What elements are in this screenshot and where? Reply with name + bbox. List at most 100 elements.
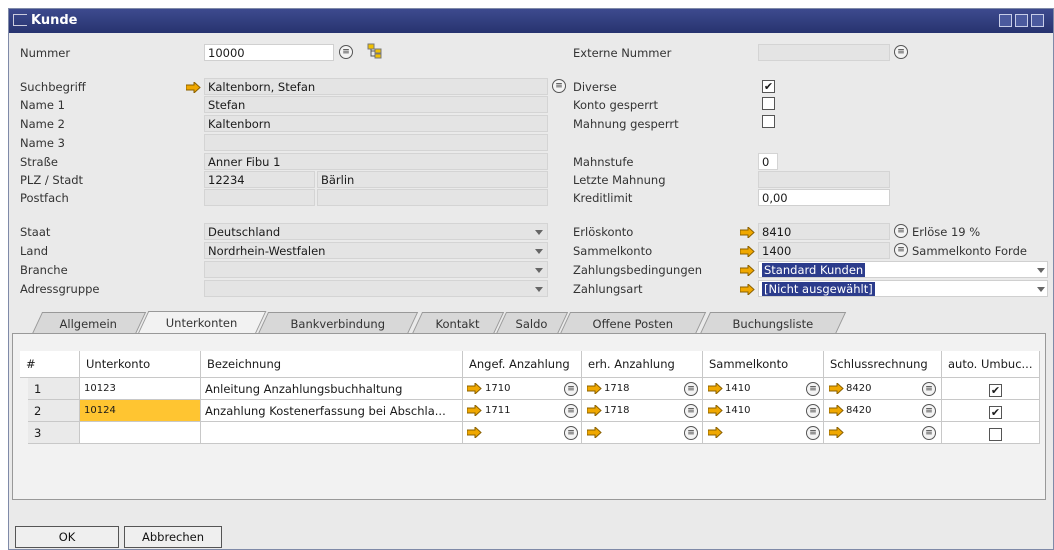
- sammel-link-button[interactable]: ≡: [806, 426, 820, 440]
- nummer-link-button[interactable]: ≡: [339, 45, 353, 59]
- column-header[interactable]: erh. Anzahlung: [582, 351, 703, 378]
- link-arrow-icon[interactable]: [587, 427, 602, 438]
- kreditlimit-field[interactable]: 0,00: [758, 189, 890, 206]
- zahlungsbed-label: Zahlungsbedingungen: [573, 263, 702, 277]
- branche-select[interactable]: [204, 261, 548, 278]
- sammel-link-button[interactable]: ≡: [806, 382, 820, 396]
- externe-link-button[interactable]: ≡: [894, 45, 908, 59]
- name2-label: Name 2: [20, 117, 65, 131]
- diverse-checkbox[interactable]: ✔: [762, 80, 775, 93]
- link-arrow-icon[interactable]: [587, 383, 602, 394]
- staat-select[interactable]: Deutschland: [204, 223, 548, 240]
- letzte-mahnung-field[interactable]: [758, 171, 890, 188]
- tab-unterkonten[interactable]: Unterkonten: [137, 311, 267, 334]
- name3-field[interactable]: [204, 134, 548, 151]
- link-arrow-icon[interactable]: [587, 405, 602, 416]
- unterkonto-cell[interactable]: 10124: [80, 400, 201, 422]
- tab-offene-posten[interactable]: Offene Posten: [559, 312, 707, 334]
- postfach-extra-field[interactable]: [317, 189, 548, 206]
- erloeskonto-link-button[interactable]: ≡: [894, 224, 908, 238]
- tab-saldo[interactable]: Saldo: [495, 312, 569, 334]
- column-header[interactable]: Bezeichnung: [201, 351, 463, 378]
- link-arrow-icon[interactable]: [740, 284, 755, 295]
- link-arrow-icon[interactable]: [186, 82, 201, 93]
- stadt-field[interactable]: Bärlin: [317, 171, 548, 188]
- sammelkonto-field[interactable]: 1400: [758, 242, 890, 259]
- schluss-link-button[interactable]: ≡: [922, 426, 936, 440]
- strasse-field[interactable]: Anner Fibu 1: [204, 153, 548, 170]
- schluss-link-button[interactable]: ≡: [922, 404, 936, 418]
- row-number[interactable]: 1: [28, 378, 80, 400]
- name1-field[interactable]: Stefan: [204, 96, 548, 113]
- chevron-down-icon[interactable]: [535, 249, 543, 254]
- column-header[interactable]: Angef. Anzahlung: [463, 351, 582, 378]
- suchbegriff-field[interactable]: Kaltenborn, Stefan: [204, 78, 548, 95]
- chevron-down-icon[interactable]: [1037, 268, 1045, 273]
- chevron-down-icon[interactable]: [535, 268, 543, 273]
- unterkonto-cell[interactable]: [80, 422, 201, 444]
- cancel-button[interactable]: Abbrechen: [124, 526, 222, 548]
- name2-field[interactable]: Kaltenborn: [204, 115, 548, 132]
- erh-link-button[interactable]: ≡: [684, 426, 698, 440]
- chevron-down-icon[interactable]: [1037, 287, 1045, 292]
- tab-kontakt[interactable]: Kontakt: [411, 312, 505, 334]
- nummer-field[interactable]: 10000: [204, 44, 334, 61]
- postfach-field[interactable]: [204, 189, 315, 206]
- close-icon[interactable]: [1031, 14, 1044, 27]
- bezeichnung-cell[interactable]: Anzahlung Kostenerfassung bei Abschla...: [201, 400, 463, 422]
- maximize-icon[interactable]: [1015, 14, 1028, 27]
- link-arrow-icon[interactable]: [740, 246, 755, 257]
- erloeskonto-field[interactable]: 8410: [758, 223, 890, 240]
- minimize-icon[interactable]: [999, 14, 1012, 27]
- link-arrow-icon[interactable]: [740, 265, 755, 276]
- column-header[interactable]: Schlussrechnung: [824, 351, 942, 378]
- auto-umbuchung-checkbox[interactable]: ✔: [989, 384, 1002, 397]
- link-arrow-icon[interactable]: [467, 427, 482, 438]
- column-header[interactable]: Sammelkonto: [703, 351, 824, 378]
- erh-link-button[interactable]: ≡: [684, 404, 698, 418]
- schluss-link-button[interactable]: ≡: [922, 382, 936, 396]
- angef-link-button[interactable]: ≡: [564, 382, 578, 396]
- land-select[interactable]: Nordrhein-Westfalen: [204, 242, 548, 259]
- tab-allgemein[interactable]: Allgemein: [31, 312, 147, 334]
- tab-bankverbindung[interactable]: Bankverbindung: [257, 312, 419, 334]
- link-arrow-icon[interactable]: [467, 383, 482, 394]
- link-arrow-icon[interactable]: [708, 427, 723, 438]
- row-number[interactable]: 3: [28, 422, 80, 444]
- chevron-down-icon[interactable]: [535, 230, 543, 235]
- column-header[interactable]: #: [20, 351, 80, 378]
- link-arrow-icon[interactable]: [708, 405, 723, 416]
- zahlungsbed-select[interactable]: Standard Kunden: [758, 261, 1048, 278]
- zahlungsart-select[interactable]: [Nicht ausgewählt]: [758, 280, 1048, 297]
- erh-link-button[interactable]: ≡: [684, 382, 698, 396]
- angef-link-button[interactable]: ≡: [564, 404, 578, 418]
- hierarchy-icon[interactable]: [367, 43, 383, 59]
- link-arrow-icon[interactable]: [467, 405, 482, 416]
- tab-buchungsliste[interactable]: Buchungsliste: [699, 312, 847, 334]
- link-arrow-icon[interactable]: [829, 383, 844, 394]
- column-header[interactable]: auto. Umbuc...: [942, 351, 1040, 378]
- angef-link-button[interactable]: ≡: [564, 426, 578, 440]
- bezeichnung-cell[interactable]: Anleitung Anzahlungsbuchhaltung: [201, 378, 463, 400]
- sammelkonto-link-button[interactable]: ≡: [894, 243, 908, 257]
- bezeichnung-cell[interactable]: [201, 422, 463, 444]
- link-arrow-icon[interactable]: [829, 405, 844, 416]
- auto-umbuchung-checkbox[interactable]: [989, 428, 1002, 441]
- konto-gesperrt-checkbox[interactable]: [762, 97, 775, 110]
- mahnstufe-field[interactable]: 0: [758, 153, 778, 170]
- adressgruppe-select[interactable]: [204, 280, 548, 297]
- externe-field[interactable]: [758, 44, 890, 61]
- suchbegriff-link-button[interactable]: ≡: [552, 79, 566, 93]
- row-number[interactable]: 2: [28, 400, 80, 422]
- plz-field[interactable]: 12234: [204, 171, 315, 188]
- mahnung-gesperrt-checkbox[interactable]: [762, 115, 775, 128]
- sammel-link-button[interactable]: ≡: [806, 404, 820, 418]
- link-arrow-icon[interactable]: [740, 227, 755, 238]
- link-arrow-icon[interactable]: [829, 427, 844, 438]
- column-header[interactable]: Unterkonto: [80, 351, 201, 378]
- chevron-down-icon[interactable]: [535, 287, 543, 292]
- auto-umbuchung-checkbox[interactable]: ✔: [989, 406, 1002, 419]
- ok-button[interactable]: OK: [15, 526, 119, 548]
- link-arrow-icon[interactable]: [708, 383, 723, 394]
- unterkonto-cell[interactable]: 10123: [80, 378, 201, 400]
